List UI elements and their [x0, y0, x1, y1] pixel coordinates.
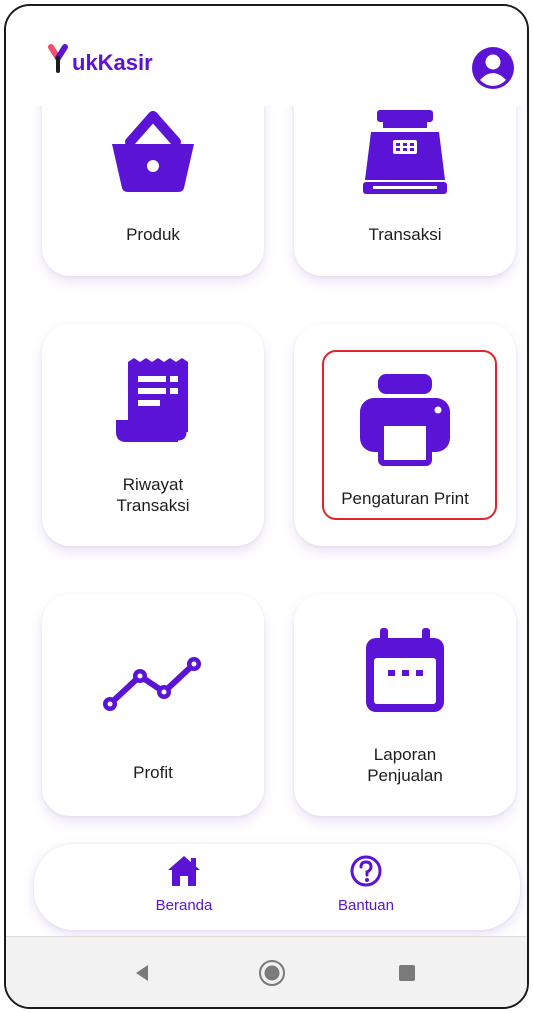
calendar-icon: [366, 628, 444, 712]
menu-card-label: Transaksi: [368, 225, 442, 244]
nav-item-beranda[interactable]: Beranda: [124, 854, 244, 914]
menu-card-riwayat-transaksi[interactable]: Riwayat Transaksi: [42, 324, 264, 546]
app-logo: ukKasir: [46, 44, 153, 74]
back-icon[interactable]: [132, 963, 152, 983]
home-icon: [168, 856, 200, 886]
profile-avatar-icon[interactable]: [471, 46, 515, 90]
help-icon: [350, 855, 382, 887]
nav-label: Beranda: [155, 897, 213, 914]
home-circle-icon[interactable]: [258, 959, 286, 987]
recents-icon[interactable]: [398, 964, 416, 982]
menu-card-label: Produk: [126, 225, 180, 244]
logo-y-icon: [48, 44, 68, 73]
cash-register-icon: [363, 110, 447, 194]
selection-highlight: [322, 350, 497, 520]
line-chart-icon: [103, 657, 201, 711]
shopping-basket-icon: [112, 111, 194, 192]
nav-item-bantuan[interactable]: Bantuan: [306, 854, 426, 914]
menu-card-profit[interactable]: Profit: [42, 594, 264, 816]
menu-card-label: Profit: [133, 763, 173, 782]
system-nav-bar: [6, 936, 527, 1007]
logo-text: ukKasir: [72, 50, 153, 75]
menu-card-label: Riwayat Transaksi: [116, 475, 190, 515]
nav-label: Bantuan: [338, 897, 394, 914]
menu-card-laporan-penjualan[interactable]: Laporan Penjualan: [294, 594, 516, 816]
bottom-nav: Beranda Bantuan: [34, 844, 520, 930]
app-header: ukKasir: [6, 6, 527, 106]
receipt-icon: [116, 358, 190, 442]
menu-card-pengaturan-print[interactable]: Pengaturan Print: [294, 324, 516, 546]
menu-card-label: Laporan Penjualan: [367, 745, 443, 785]
phone-frame: ukKasir Produk Transaksi Riwayat Transak…: [4, 4, 529, 1009]
